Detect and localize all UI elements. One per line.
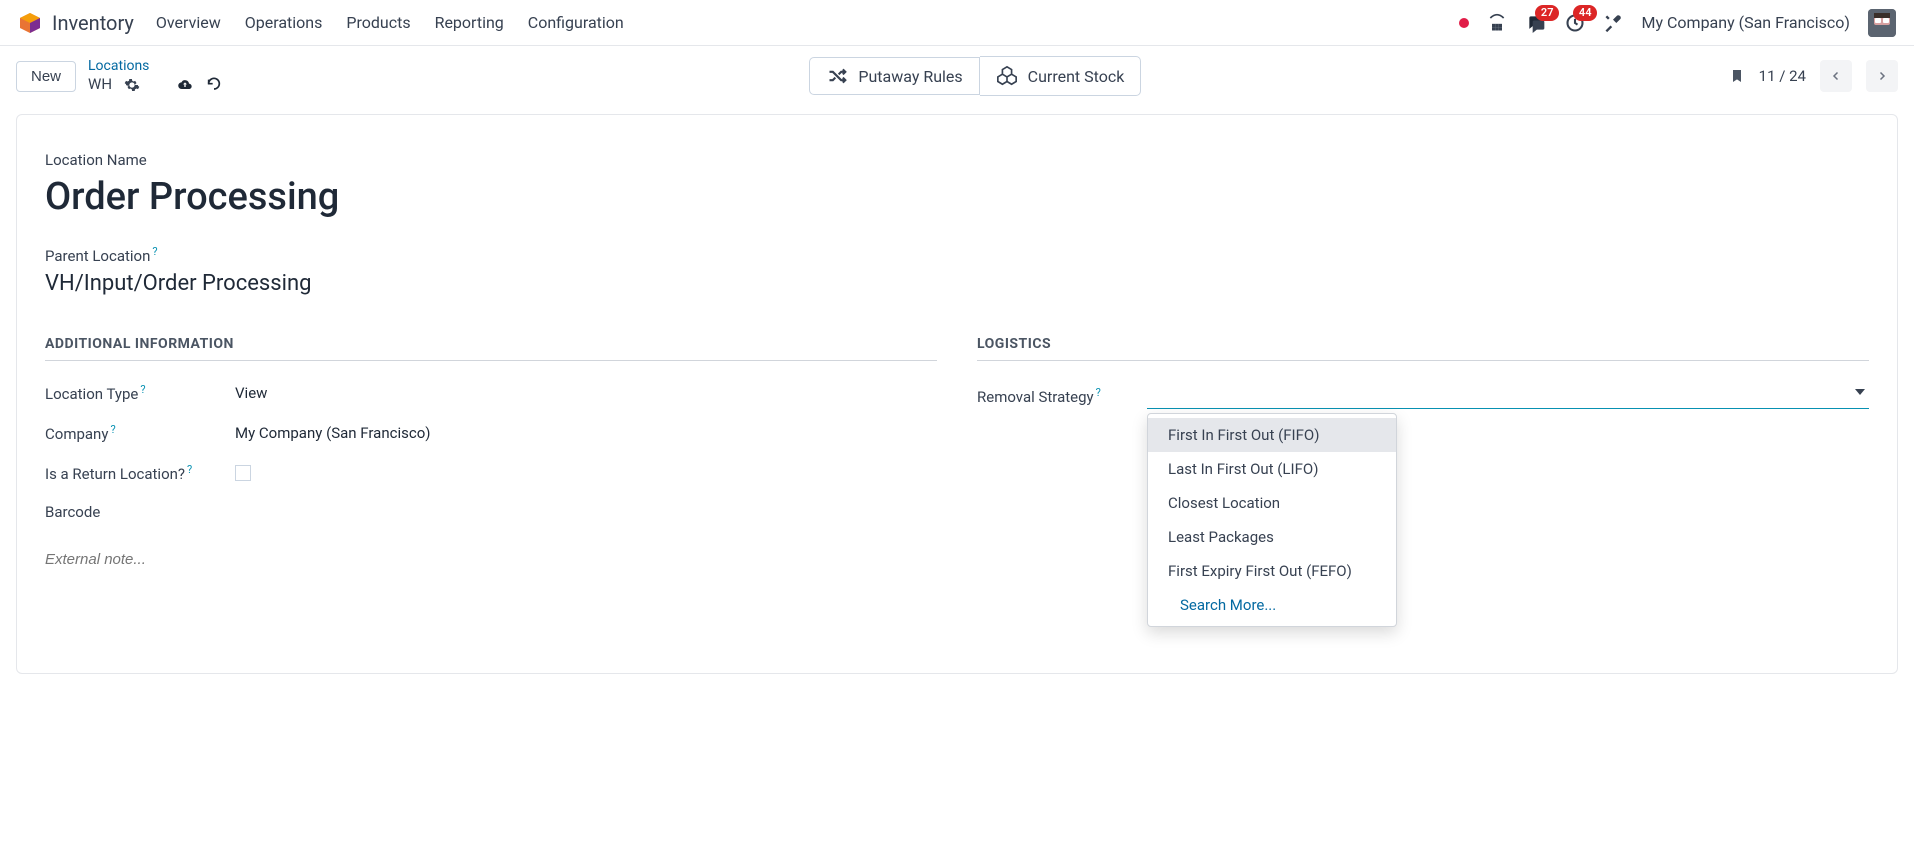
company-label: Company: [45, 425, 108, 443]
return-location-label: Is a Return Location?: [45, 465, 185, 483]
barcode-label: Barcode: [45, 503, 100, 521]
row-location-type: Location Type? View: [45, 383, 937, 403]
dropdown-option[interactable]: Least Packages: [1148, 520, 1396, 554]
location-type-value[interactable]: View: [235, 384, 267, 402]
removal-strategy-input[interactable]: [1147, 383, 1869, 409]
pager[interactable]: 11 / 24: [1759, 67, 1806, 85]
form-card: Location Name Order Processing Parent Lo…: [16, 114, 1898, 674]
phone-icon[interactable]: [1487, 13, 1507, 33]
help-icon[interactable]: ?: [110, 423, 115, 436]
putaway-rules-label: Putaway Rules: [858, 67, 962, 86]
help-icon[interactable]: ?: [140, 383, 145, 396]
menu-item-overview[interactable]: Overview: [156, 13, 221, 32]
right-controls: 11 / 24: [1729, 60, 1898, 92]
prev-button[interactable]: [1820, 60, 1852, 92]
location-name-value[interactable]: Order Processing: [45, 175, 1869, 219]
dropdown-option[interactable]: Closest Location: [1148, 486, 1396, 520]
logistics-section: LOGISTICS Removal Strategy? First In Fir…: [977, 336, 1869, 568]
external-note-input[interactable]: [45, 551, 937, 568]
menu-item-operations[interactable]: Operations: [245, 13, 323, 32]
breadcrumb-current: WH: [88, 75, 222, 95]
breadcrumb-link-locations[interactable]: Locations: [88, 57, 222, 75]
app-logo-icon: [18, 11, 42, 35]
control-bar: New Locations WH Putaway Rules: [0, 46, 1914, 114]
recording-indicator-icon: [1459, 18, 1469, 28]
current-stock-label: Current Stock: [1028, 67, 1125, 86]
location-type-label: Location Type: [45, 385, 138, 403]
center-buttons: Putaway Rules Current Stock: [809, 56, 1141, 96]
breadcrumb-current-text: WH: [88, 75, 112, 95]
messages-icon[interactable]: 27: [1525, 13, 1547, 33]
row-removal-strategy: Removal Strategy? First In First Out (FI…: [977, 383, 1869, 409]
additional-info-section: ADDITIONAL INFORMATION Location Type? Vi…: [45, 336, 937, 568]
shuffle-icon: [826, 66, 848, 86]
section-additional-header: ADDITIONAL INFORMATION: [45, 336, 937, 361]
user-avatar[interactable]: [1868, 9, 1896, 37]
location-name-label: Location Name: [45, 151, 1869, 169]
parent-location-label: Parent Location?: [45, 245, 1869, 265]
help-icon[interactable]: ?: [187, 463, 192, 476]
row-barcode: Barcode: [45, 503, 937, 521]
return-location-checkbox[interactable]: [235, 465, 251, 481]
row-return-location: Is a Return Location??: [45, 463, 937, 483]
next-button[interactable]: [1866, 60, 1898, 92]
menu-item-reporting[interactable]: Reporting: [435, 13, 504, 32]
help-icon[interactable]: ?: [1096, 386, 1101, 399]
breadcrumb: Locations WH: [88, 57, 222, 95]
current-stock-button[interactable]: Current Stock: [980, 56, 1142, 96]
parent-location-value[interactable]: VH/Input/Order Processing: [45, 271, 1869, 296]
dropdown-panel: First In First Out (FIFO) Last In First …: [1147, 413, 1397, 627]
gear-icon[interactable]: [124, 77, 140, 93]
nav-right: 27 44 My Company (San Francisco): [1459, 9, 1896, 37]
app-title: Inventory: [52, 11, 134, 35]
new-button[interactable]: New: [16, 61, 76, 92]
activities-badge: 44: [1573, 5, 1598, 21]
activities-icon[interactable]: 44: [1565, 13, 1585, 33]
company-name[interactable]: My Company (San Francisco): [1641, 13, 1850, 32]
removal-strategy-dropdown[interactable]: First In First Out (FIFO) Last In First …: [1147, 383, 1869, 409]
boxes-icon: [996, 65, 1018, 87]
cloud-upload-icon[interactable]: [176, 77, 194, 93]
dropdown-option[interactable]: First In First Out (FIFO): [1148, 418, 1396, 452]
row-company: Company? My Company (San Francisco): [45, 423, 937, 443]
bookmark-icon[interactable]: [1729, 66, 1745, 86]
messages-badge: 27: [1535, 5, 1560, 21]
top-nav: Inventory Overview Operations Products R…: [0, 0, 1914, 46]
company-value[interactable]: My Company (San Francisco): [235, 424, 430, 442]
dropdown-option[interactable]: First Expiry First Out (FEFO): [1148, 554, 1396, 588]
menu-item-products[interactable]: Products: [346, 13, 410, 32]
dropdown-option[interactable]: Last In First Out (LIFO): [1148, 452, 1396, 486]
tools-icon[interactable]: [1603, 13, 1623, 33]
help-icon[interactable]: ?: [152, 245, 157, 258]
putaway-rules-button[interactable]: Putaway Rules: [809, 57, 979, 95]
removal-strategy-label: Removal Strategy: [977, 388, 1094, 406]
section-logistics-header: LOGISTICS: [977, 336, 1869, 361]
undo-icon[interactable]: [206, 77, 222, 93]
chevron-down-icon: [1855, 389, 1865, 395]
main-menu: Overview Operations Products Reporting C…: [156, 13, 624, 32]
menu-item-configuration[interactable]: Configuration: [528, 13, 624, 32]
dropdown-search-more[interactable]: Search More...: [1148, 588, 1396, 622]
